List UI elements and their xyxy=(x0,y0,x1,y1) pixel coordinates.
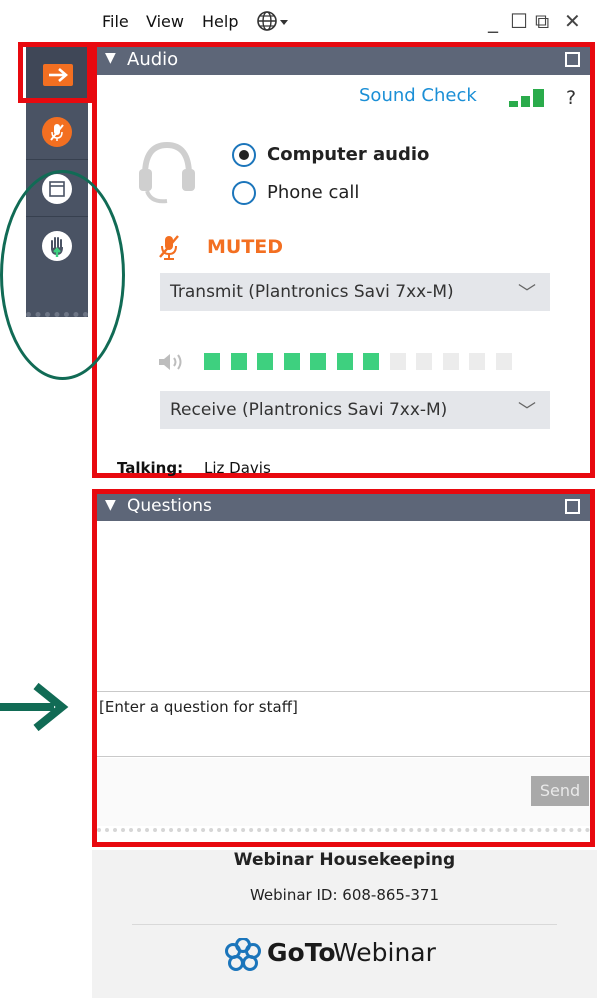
send-button[interactable]: Send xyxy=(531,776,589,806)
question-actions: Send xyxy=(97,758,590,826)
phone-call-label[interactable]: Phone call xyxy=(267,182,359,203)
questions-panel: ▼ Questions [Enter a question for staff]… xyxy=(92,489,595,847)
radio-selected-dot xyxy=(239,150,249,160)
chevron-down-icon: ﹀ xyxy=(518,401,536,422)
menu-bar: File View Help _ ☐ ⧉ ✕ xyxy=(92,0,597,42)
level-segment xyxy=(469,353,485,370)
brand-webinar: Webinar xyxy=(333,938,436,967)
resize-grip[interactable] xyxy=(97,828,590,840)
audio-panel-title: Audio xyxy=(127,49,179,70)
question-input-placeholder: [Enter a question for staff] xyxy=(99,698,298,716)
receive-device-dropdown[interactable]: Receive (Plantronics Savi 7xx-M) ﹀ xyxy=(160,391,550,429)
transmit-device-value: Transmit (Plantronics Savi 7xx-M) xyxy=(170,282,454,302)
talking-name: Liz Davis xyxy=(204,459,271,477)
collapse-triangle-icon[interactable]: ▼ xyxy=(105,50,116,66)
question-input[interactable]: [Enter a question for staff] xyxy=(97,691,590,757)
popout-button[interactable]: ⧉ xyxy=(535,9,549,33)
gotowebinar-flower-icon xyxy=(225,937,261,976)
annotation-box-expand xyxy=(18,42,92,103)
speaker-icon xyxy=(157,351,187,377)
level-segment xyxy=(416,353,432,370)
questions-log[interactable] xyxy=(97,521,590,691)
brand-goto: GoTo xyxy=(267,938,336,967)
popout-panel-icon[interactable] xyxy=(565,52,580,67)
maximize-button[interactable]: ☐ xyxy=(510,9,528,33)
menu-help[interactable]: Help xyxy=(202,12,238,31)
annotation-ellipse-tools xyxy=(0,170,125,380)
transmit-device-dropdown[interactable]: Transmit (Plantronics Savi 7xx-M) ﹀ xyxy=(160,273,550,311)
collapse-triangle-icon[interactable]: ▼ xyxy=(105,497,116,513)
output-level-meter xyxy=(204,353,550,370)
questions-panel-header[interactable]: ▼ Questions xyxy=(97,494,590,521)
level-segment xyxy=(442,353,459,370)
level-segment xyxy=(310,353,326,370)
computer-audio-label[interactable]: Computer audio xyxy=(267,144,429,165)
mute-toggle-button[interactable] xyxy=(26,104,88,160)
level-segment xyxy=(283,353,300,370)
popout-panel-icon[interactable] xyxy=(565,499,580,514)
menu-view[interactable]: View xyxy=(146,12,184,31)
audio-panel-header[interactable]: ▼ Audio xyxy=(97,47,590,75)
close-button[interactable]: ✕ xyxy=(564,9,581,33)
language-globe-icon[interactable] xyxy=(256,9,292,37)
webinar-footer: Webinar Housekeeping Webinar ID: 608-865… xyxy=(92,850,597,998)
annotation-arrow-icon xyxy=(0,682,70,736)
level-segment xyxy=(363,353,379,370)
signal-strength-icon xyxy=(507,87,553,113)
footer-divider xyxy=(132,924,557,925)
level-segment xyxy=(336,353,353,370)
audio-panel: ▼ Audio Sound Check ? Computer audio Pho… xyxy=(92,42,595,478)
muted-status-label: MUTED xyxy=(207,236,284,258)
talking-label: Talking: xyxy=(117,459,184,477)
webinar-id: Webinar ID: 608-865-371 xyxy=(249,886,440,904)
phone-call-radio[interactable] xyxy=(232,181,256,205)
receive-device-value: Receive (Plantronics Savi 7xx-M) xyxy=(170,400,448,420)
footer-title: Webinar Housekeeping xyxy=(233,850,456,870)
level-segment xyxy=(204,353,220,370)
level-segment xyxy=(230,353,247,370)
headset-icon xyxy=(137,137,197,211)
level-segment xyxy=(389,353,406,370)
minimize-button[interactable]: _ xyxy=(488,9,498,33)
sound-check-link[interactable]: Sound Check xyxy=(359,85,477,106)
chevron-down-icon: ﹀ xyxy=(518,283,536,304)
microphone-muted-icon[interactable] xyxy=(157,233,181,265)
computer-audio-radio[interactable] xyxy=(232,143,256,167)
menu-file[interactable]: File xyxy=(102,12,129,31)
help-icon[interactable]: ? xyxy=(566,87,576,109)
level-segment xyxy=(257,353,273,370)
microphone-muted-icon xyxy=(42,117,72,147)
questions-panel-title: Questions xyxy=(127,496,212,516)
level-segment xyxy=(495,353,512,370)
